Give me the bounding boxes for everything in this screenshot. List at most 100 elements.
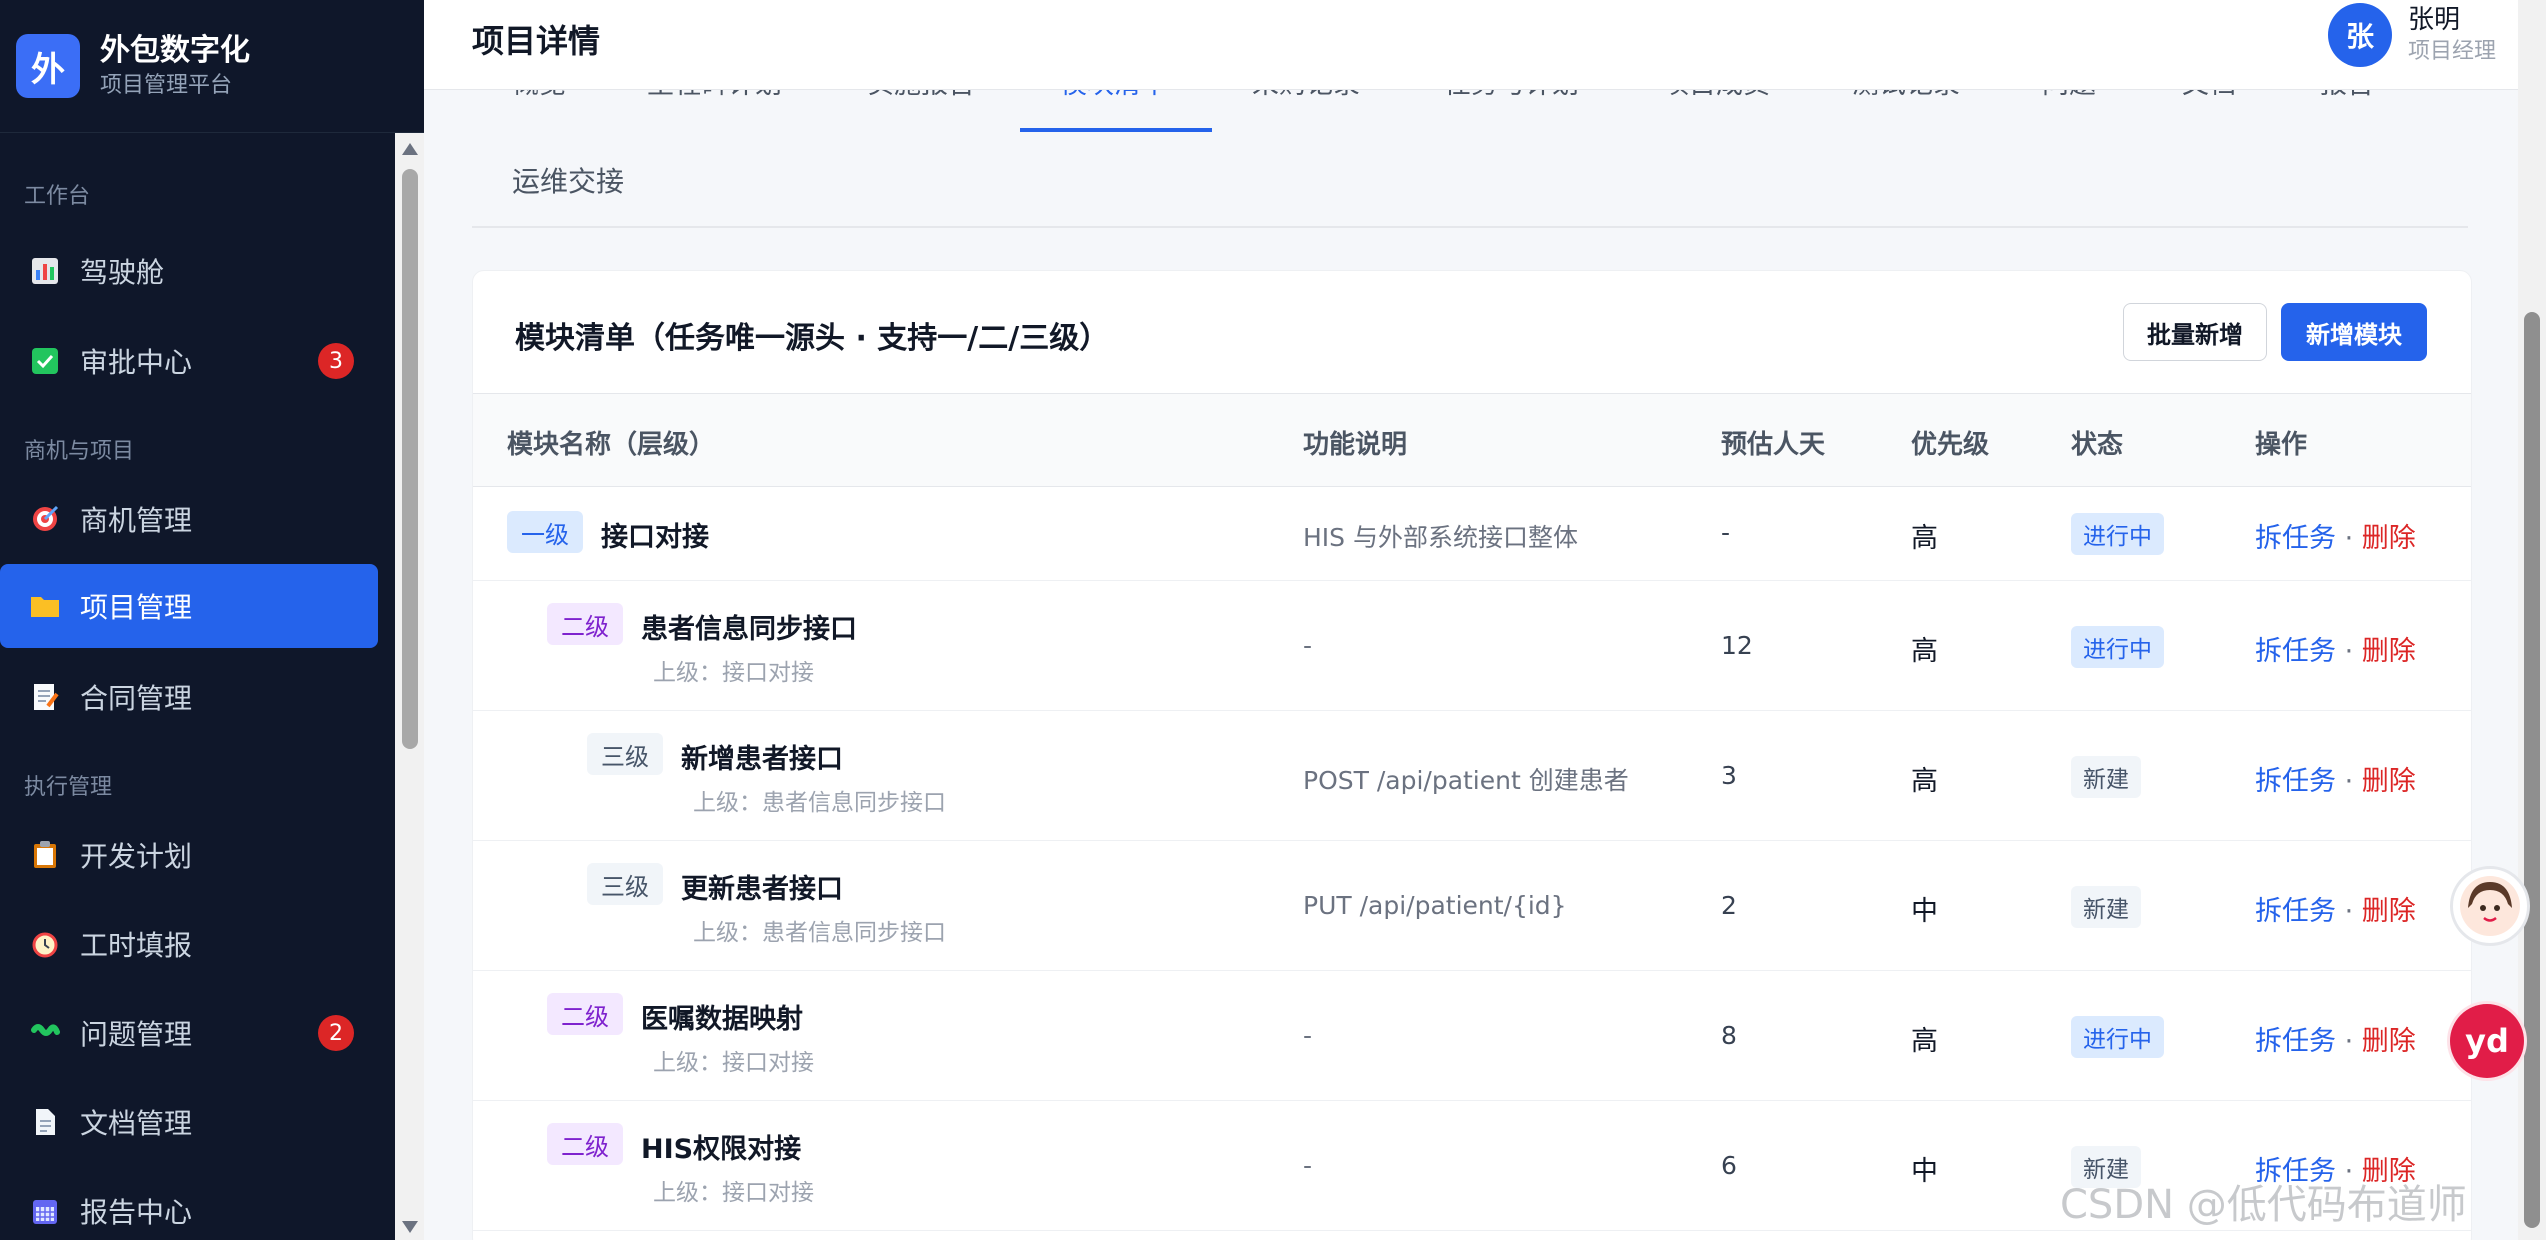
module-description: - — [1303, 631, 1313, 660]
module-name: 医嘱数据映射 — [641, 1004, 803, 1035]
user-role: 项目经理 — [2408, 39, 2497, 64]
sidebar-item-contracts[interactable]: 合同管理 — [0, 655, 378, 739]
row-actions: 拆任务 · 删除 — [2255, 889, 2416, 928]
sidebar-item-label: 项目管理 — [80, 591, 193, 624]
sidebar-item-projects[interactable]: 项目管理 — [0, 564, 378, 648]
status-badge: 进行中 — [2071, 513, 2164, 555]
page-title: 项目详情 — [472, 22, 601, 60]
row-actions: 拆任务 · 删除 — [2255, 759, 2416, 798]
sidebar-scroll-thumb[interactable] — [402, 169, 418, 749]
sidebar-item-timesheet[interactable]: 工时填报 — [0, 902, 378, 986]
brand-title: 外包数字化 — [100, 33, 250, 68]
estimated-days: 3 — [1721, 761, 1737, 790]
yd-assistant-icon[interactable]: yd — [2450, 1004, 2524, 1078]
action-separator: · — [2344, 766, 2354, 797]
avatar[interactable]: 张 — [2328, 3, 2392, 67]
col-priority: 优先级 — [1911, 430, 1990, 460]
table-row: 三级 更新患者接口 上级：患者信息同步接口 PUT /api/patient/{… — [473, 841, 2471, 971]
estimated-days: 12 — [1721, 631, 1753, 660]
priority: 中 — [1911, 1156, 1938, 1187]
col-estimated-days: 预估人天 — [1721, 430, 1826, 460]
clock-icon — [28, 927, 62, 961]
brand-logo: 外 — [16, 34, 80, 98]
level-badge: 二级 — [547, 993, 623, 1035]
sidebar-item-label: 驾驶舱 — [80, 256, 165, 289]
delete-link[interactable]: 删除 — [2362, 766, 2416, 797]
calendar-icon — [28, 1194, 62, 1228]
estimated-days: 6 — [1721, 1151, 1737, 1180]
nav-group-workbench: 工作台 — [24, 184, 91, 209]
split-task-link[interactable]: 拆任务 — [2255, 896, 2336, 927]
user-menu[interactable]: 张 张明 项目经理 — [2328, 0, 2518, 70]
scroll-up-arrow-icon[interactable] — [402, 143, 418, 155]
table-row: 二级 医嘱数据映射 上级：接口对接 - 8 高 进行中 拆任务 · 删除 — [473, 971, 2471, 1101]
delete-link[interactable]: 删除 — [2362, 896, 2416, 927]
watermark: CSDN @低代码布道师 — [2060, 1182, 2467, 1228]
estimated-days: - — [1721, 518, 1731, 547]
sidebar-item-dev-plan[interactable]: 开发计划 — [0, 813, 378, 897]
table-header: 模块名称（层级） 功能说明 预估人天 优先级 状态 操作 — [473, 393, 2471, 487]
col-module-name: 模块名称（层级） — [507, 430, 716, 460]
module-name: 更新患者接口 — [681, 874, 843, 905]
page-scroll-thumb[interactable] — [2524, 312, 2540, 1228]
nav-group-execution: 执行管理 — [24, 775, 113, 800]
brand[interactable]: 外 外包数字化 项目管理平台 — [0, 0, 424, 133]
sidebar-item-label: 审批中心 — [80, 346, 193, 379]
parent-module: 上级：接口对接 — [653, 1180, 814, 1206]
sidebar-scrollbar[interactable] — [395, 133, 424, 1240]
assistant-avatar-icon[interactable] — [2450, 866, 2530, 946]
priority: 高 — [1911, 1026, 1938, 1057]
sidebar-item-cockpit[interactable]: 驾驶舱 — [0, 229, 378, 313]
sidebar-item-issues[interactable]: 问题管理 2 — [0, 991, 378, 1075]
tabs-divider — [472, 226, 2468, 228]
sidebar-item-opportunity[interactable]: 商机管理 — [0, 477, 378, 561]
module-name: 患者信息同步接口 — [641, 614, 857, 645]
parent-module: 上级：患者信息同步接口 — [693, 920, 946, 946]
chart-icon — [28, 254, 62, 288]
priority: 高 — [1911, 636, 1938, 667]
priority: 高 — [1911, 523, 1938, 554]
split-task-link[interactable]: 拆任务 — [2255, 523, 2336, 554]
split-task-link[interactable]: 拆任务 — [2255, 636, 2336, 667]
tab-ops-handover[interactable]: 运维交接 — [512, 160, 624, 200]
check-icon — [28, 344, 62, 378]
module-description: HIS 与外部系统接口整体 — [1303, 523, 1578, 552]
action-separator: · — [2344, 636, 2354, 667]
parent-module: 上级：患者信息同步接口 — [693, 790, 946, 816]
sidebar-item-label: 开发计划 — [80, 840, 193, 873]
parent-module: 上级：接口对接 — [653, 660, 814, 686]
contract-icon — [28, 680, 62, 714]
module-name: 接口对接 — [601, 522, 709, 553]
col-description: 功能说明 — [1303, 430, 1408, 460]
table-row: 二级 患者信息同步接口 上级：接口对接 - 12 高 进行中 拆任务 · 删除 — [473, 581, 2471, 711]
col-status: 状态 — [2071, 430, 2124, 460]
sidebar-item-approval[interactable]: 审批中心 3 — [0, 319, 378, 403]
sidebar-item-reports[interactable]: 报告中心 — [0, 1169, 378, 1240]
document-icon — [28, 1105, 62, 1139]
level-badge: 二级 — [547, 603, 623, 645]
batch-add-button[interactable]: 批量新增 — [2123, 303, 2267, 361]
page-scrollbar[interactable] — [2518, 0, 2546, 1240]
level-badge: 一级 — [507, 511, 583, 553]
split-task-link[interactable]: 拆任务 — [2255, 766, 2336, 797]
user-name: 张明 — [2408, 5, 2461, 35]
module-name: 新增患者接口 — [681, 744, 843, 775]
status-badge: 新建 — [2071, 756, 2141, 798]
row-actions: 拆任务 · 删除 — [2255, 629, 2416, 668]
sidebar: 外 外包数字化 项目管理平台 工作台 驾驶舱 审批中心 3 商机与项目 商机管理 — [0, 0, 424, 1240]
table-row: 三级 新增患者接口 上级：患者信息同步接口 POST /api/patient … — [473, 711, 2471, 841]
module-name: HIS权限对接 — [641, 1134, 802, 1165]
delete-link[interactable]: 删除 — [2362, 636, 2416, 667]
delete-link[interactable]: 删除 — [2362, 1026, 2416, 1057]
split-task-link[interactable]: 拆任务 — [2255, 1026, 2336, 1057]
sidebar-item-label: 问题管理 — [80, 1018, 193, 1051]
folder-icon — [28, 589, 62, 623]
approval-count-badge: 3 — [318, 343, 354, 379]
add-module-button[interactable]: 新增模块 — [2281, 303, 2427, 361]
level-badge: 三级 — [587, 863, 663, 905]
sidebar-item-label: 工时填报 — [80, 929, 193, 962]
scroll-down-arrow-icon[interactable] — [402, 1221, 418, 1233]
top-header: 项目详情 张 张明 项目经理 — [424, 0, 2518, 90]
sidebar-item-documents[interactable]: 文档管理 — [0, 1080, 378, 1164]
delete-link[interactable]: 删除 — [2362, 523, 2416, 554]
